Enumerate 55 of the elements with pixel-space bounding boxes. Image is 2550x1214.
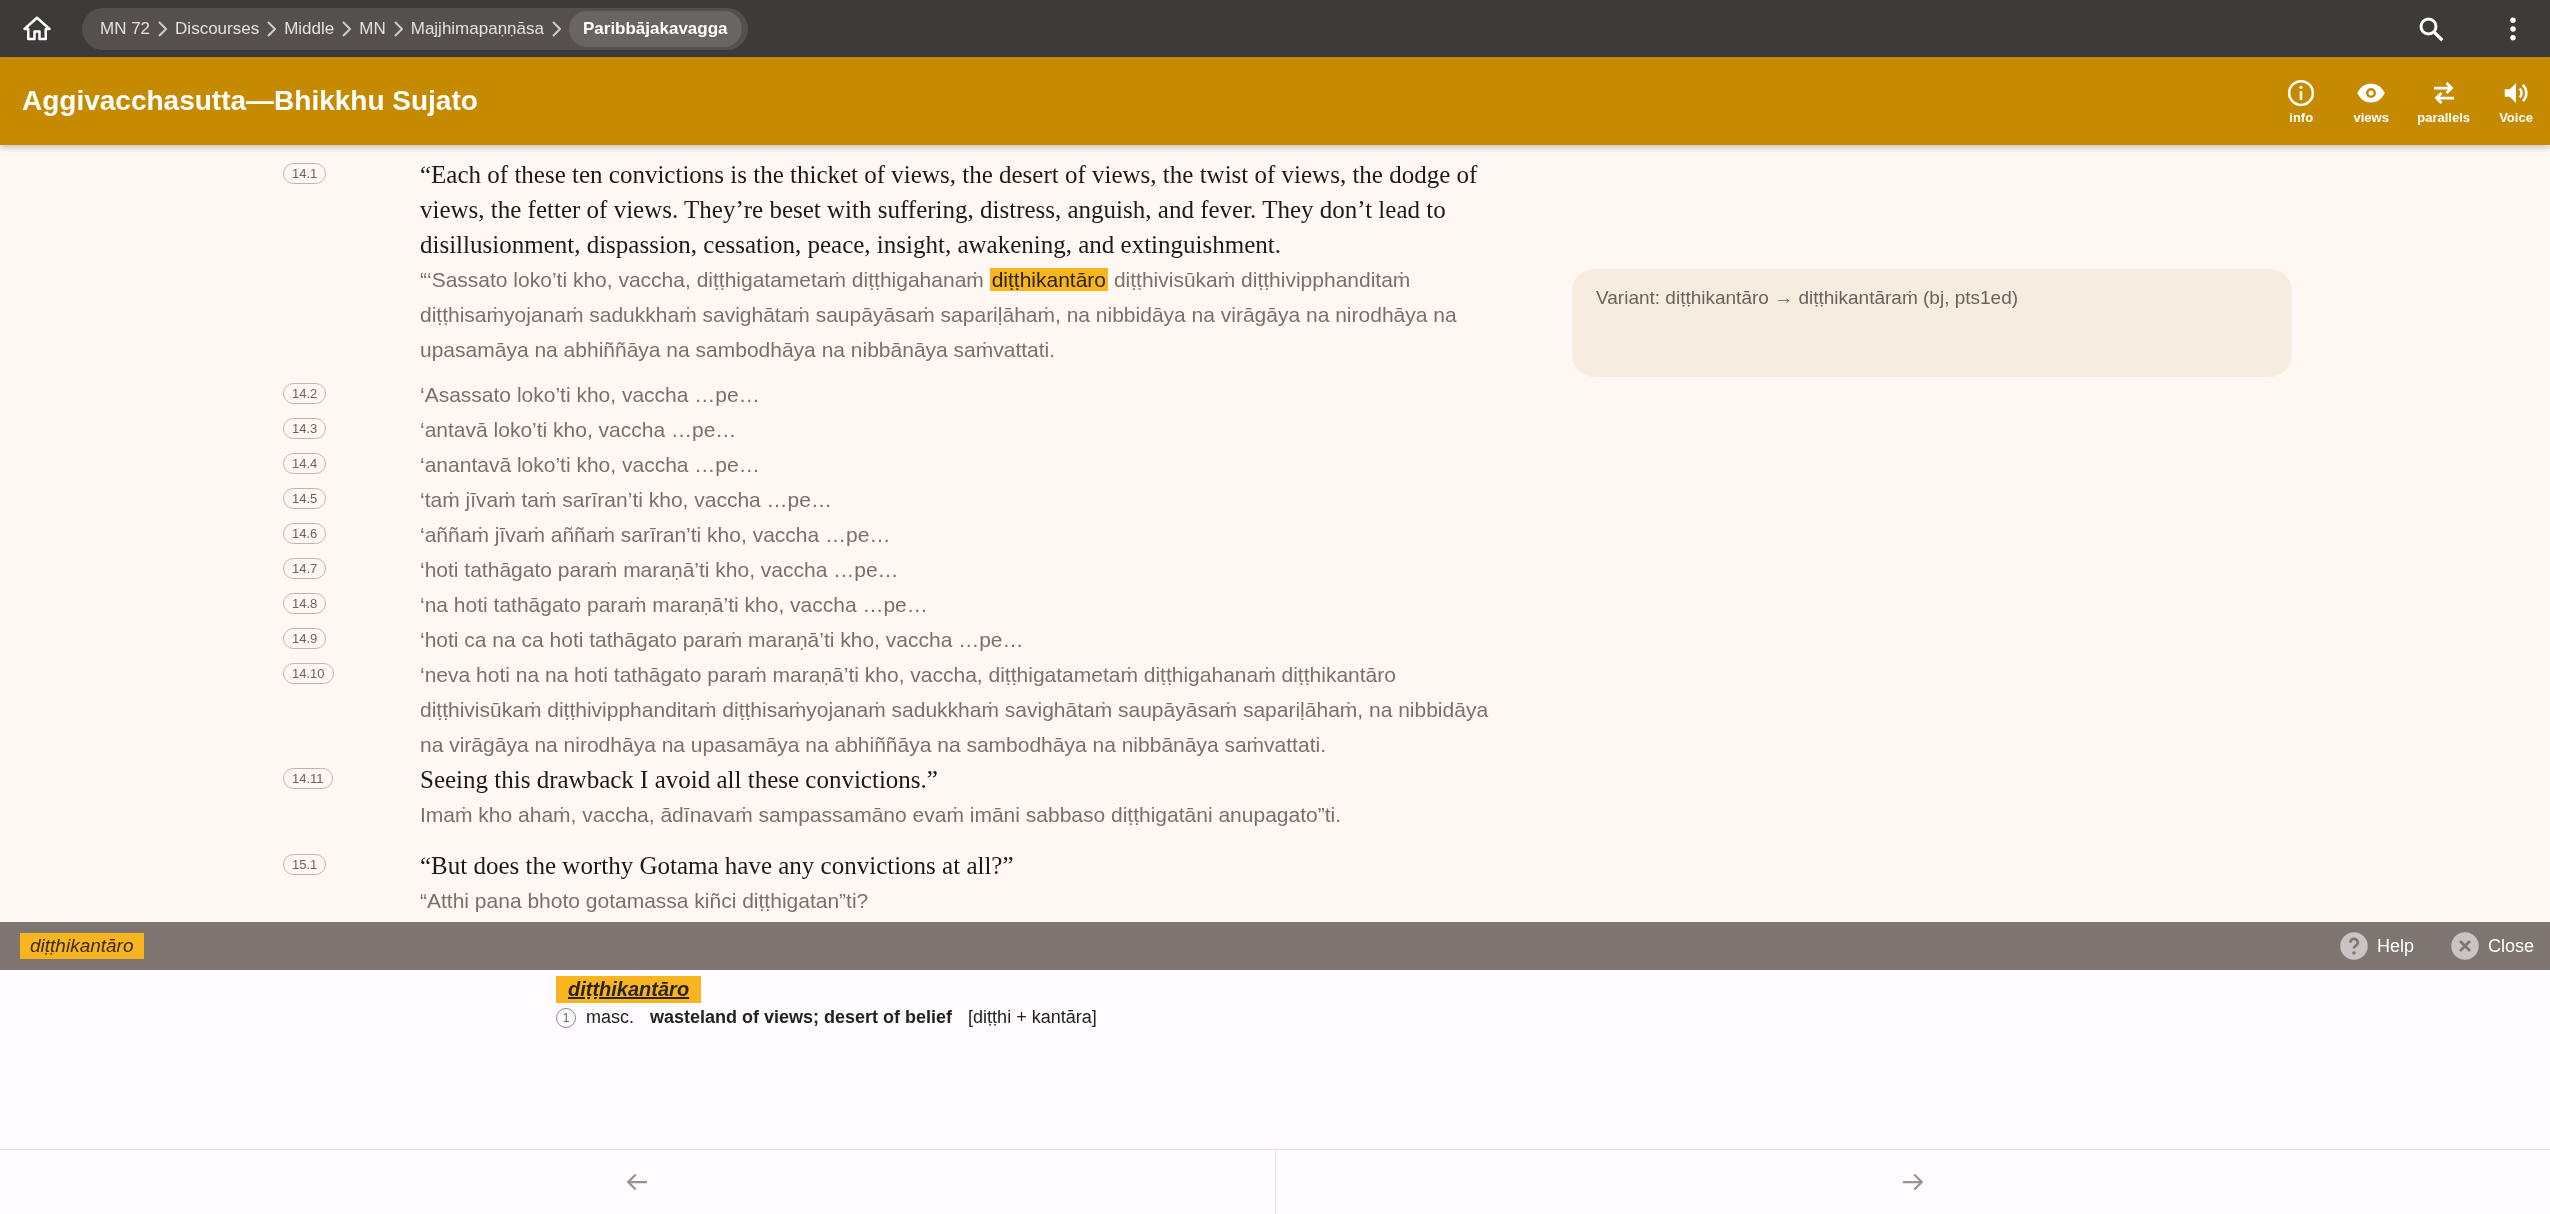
segment-number[interactable]: 14.1 (283, 163, 327, 184)
help-button[interactable]: Help (2332, 930, 2420, 962)
chevron-icon (342, 20, 352, 37)
translation-text: Seeing this drawback I avoid all these convictions.” (420, 765, 939, 795)
breadcrumb-link[interactable]: Majjhimapaṇṇāsa (410, 18, 544, 39)
segment-number[interactable]: 14.3 (283, 418, 327, 439)
pali-text: ‘antavā loko’ti kho, vaccha …pe… (420, 417, 738, 443)
pali-text: ‘taṁ jīvaṁ taṁ sarīran’ti kho, vaccha …pe… (420, 487, 833, 513)
dictionary-headword: diṭṭhikantāro (556, 976, 702, 1003)
toolbar-button[interactable]: Voice (2488, 73, 2544, 129)
breadcrumb-link[interactable]: MN (359, 18, 386, 39)
chevron-icon (158, 20, 168, 37)
close-button[interactable]: Close (2443, 930, 2540, 962)
breadcrumb-link[interactable]: Discourses (175, 18, 260, 39)
pali-text: ‘neva hoti na na hoti tathāgato paraṁ maraṇā’ti kho, vaccha, diṭṭhigatametaṁ diṭṭhigahanaṁ diṭṭhikantāro diṭṭhivisūkaṁ diṭṭhivipphanditaṁ diṭṭhisaṁyojanaṁ sadukkhaṁ savighātaṁ saupāyāsaṁ sapariḷāhaṁ, na nibbidāya na virāgāya na nirodhāya na upasamāya na abhiññāya na sambodhāya na nibbānāya saṁvattati. (420, 662, 1490, 758)
segment-number[interactable]: 14.6 (283, 523, 327, 544)
breadcrumb-link[interactable]: MN 72 (100, 18, 151, 39)
translation-text: “Each of these ten convictions is the thicket of views, the desert of views, the twist of views, the dodge of views, the fetter of views. They’re beset with suffering, distress, anguish, and fever. They don’t lead to disillusionment, dispassion, cessation, peace, insight, awakening, and extinguishment. (420, 160, 1479, 260)
word-construction: [diṭṭhi + kantāra] (968, 1007, 1097, 1028)
pali-text: ‘anantavā loko’ti kho, vaccha …pe… (420, 452, 761, 478)
segment-number[interactable]: 14.4 (283, 453, 327, 474)
highlighted-word[interactable]: diṭṭhikantāro (989, 268, 1109, 291)
grammar-label: masc. (586, 1007, 634, 1028)
page-title: Aggivacchasutta—Bhikkhu Sujato (22, 85, 479, 117)
close-icon (2449, 931, 2480, 961)
segment-number[interactable]: 14.11 (283, 768, 333, 789)
chevron-icon (551, 20, 561, 37)
info-icon (2286, 77, 2317, 108)
toolbar-button[interactable]: views (2343, 73, 2400, 129)
segment-number[interactable]: 14.5 (283, 488, 327, 509)
breadcrumb-link[interactable]: Middle (284, 18, 335, 39)
pali-text: Imaṁ kho ahaṁ, vaccha, ādīnavaṁ sampassamāno evaṁ imāni sabbaso diṭṭhigatāni anupagato”ti. (420, 802, 1342, 828)
toolbar-button[interactable]: parallels (2413, 73, 2474, 129)
lookup-word: diṭṭhikantāro (20, 933, 144, 959)
breadcrumb-link[interactable]: Paribbājakavagga (568, 10, 742, 47)
pali-text: ‘aññaṁ jīvaṁ aññaṁ sarīran’ti kho, vaccha …pe… (420, 522, 892, 548)
pali-text: ‘hoti ca na ca hoti tathāgato paraṁ maraṇā’ti kho, vaccha …pe… (420, 627, 1025, 653)
segment-number[interactable]: 14.2 (283, 383, 327, 404)
pali-text: “Atthi pana bhoto gotamassa kiñci diṭṭhigatan”ti? (420, 888, 870, 914)
segment-number[interactable]: 14.7 (283, 558, 327, 579)
variant-note: Variant: diṭṭhikantāro → diṭṭhikantāraṁ (bj, pts1ed) (1572, 269, 2292, 377)
definition-text: wasteland of views; desert of belief (650, 1007, 953, 1028)
pali-text: ‘Asassato loko’ti kho, vaccha …pe… (420, 382, 761, 408)
chevron-icon (393, 20, 403, 37)
help-icon (2338, 931, 2369, 961)
segment-number[interactable]: 15.1 (283, 854, 327, 875)
chevron-icon (267, 20, 277, 37)
segment-number[interactable]: 14.9 (283, 628, 327, 649)
pali-text: ‘hoti tathāgato paraṁ maraṇā’ti kho, vaccha …pe… (420, 557, 900, 583)
pali-text: ‘na hoti tathāgato paraṁ maraṇā’ti kho, vaccha …pe… (420, 592, 929, 618)
segment-number[interactable]: 14.10 (283, 663, 334, 684)
translation-text: “But does the worthy Gotama have any convictions at all?” (420, 851, 1015, 881)
toolbar-button[interactable]: info (2273, 73, 2330, 129)
segment-number[interactable]: 14.8 (283, 593, 327, 614)
pali-text: “‘Sassato loko’ti kho, vaccha, diṭṭhigatametaṁ diṭṭhigahanaṁ diṭṭhikantāro diṭṭhivisūkaṁ diṭṭhivipphanditaṁ diṭṭhisaṁyojanaṁ sadukkhaṁ savighātaṁ saupāyāsaṁ sapariḷāhaṁ, na nibbidāya na virāgāya na nirodhāya na upasamāya na abhiññāya na sambodhāya na nibbānāya saṁvattati. (420, 267, 1458, 363)
